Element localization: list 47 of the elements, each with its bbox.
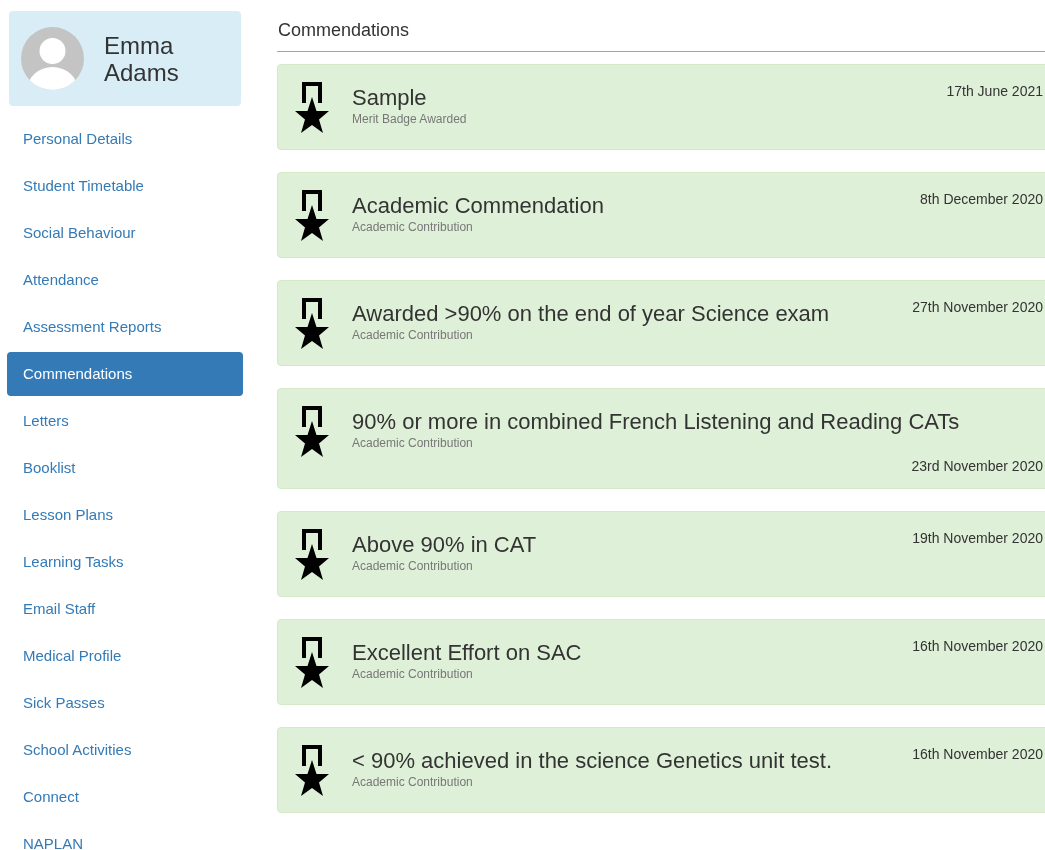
sidebar-item[interactable]: Learning Tasks: [7, 540, 243, 584]
commendation-date: 27th November 2020: [912, 299, 1043, 317]
commendation-date: 16th November 2020: [912, 746, 1043, 764]
commendation-category: Merit Badge Awarded: [352, 112, 467, 126]
commendation-title: Awarded >90% on the end of year Science exam: [352, 301, 830, 327]
sidebar-item[interactable]: Email Staff: [7, 587, 243, 631]
sidebar-item[interactable]: Student Timetable: [7, 164, 243, 208]
sidebar-item[interactable]: School Activities: [7, 728, 243, 772]
sidebar-item[interactable]: Commendations: [7, 352, 243, 396]
commendation-date: 17th June 2021: [946, 83, 1043, 101]
commendation-title: Academic Commendation: [352, 193, 604, 219]
commendation-title: Above 90% in CAT: [352, 532, 537, 558]
sidebar-item[interactable]: Lesson Plans: [7, 493, 243, 537]
sidebar-item[interactable]: Personal Details: [7, 117, 243, 161]
commendation-title: Sample: [352, 85, 428, 111]
commendation-date: 23rd November 2020: [910, 458, 1043, 474]
commendation-category: Academic Contribution: [352, 559, 474, 573]
section-heading: Commendations: [277, 18, 1045, 52]
commendation-category: Academic Contribution: [352, 775, 474, 789]
commendation-date: 8th December 2020: [920, 191, 1043, 209]
sidebar-item[interactable]: Connect: [7, 775, 243, 819]
student-name: Emma Adams: [104, 31, 180, 86]
sidebar-item[interactable]: Booklist: [7, 446, 243, 490]
sidebar-item[interactable]: Medical Profile: [7, 634, 243, 678]
commendation-title: Excellent Effort on SAC: [352, 640, 582, 666]
award-ribbon-icon: [294, 405, 330, 458]
commendation-title: 90% or more in combined French Listening and Reading CATs: [352, 409, 960, 435]
award-ribbon-icon: [294, 528, 330, 581]
sidebar-item[interactable]: Attendance: [7, 258, 243, 302]
award-ribbon-icon: [294, 81, 330, 134]
avatar-icon: [21, 27, 84, 90]
commendation-date: 19th November 2020: [912, 530, 1043, 548]
commendation-category: Academic Contribution: [352, 328, 474, 342]
award-ribbon-icon: [294, 636, 330, 689]
award-ribbon-icon: [294, 744, 330, 797]
commendation-category: Academic Contribution: [352, 220, 474, 234]
award-ribbon-icon: [294, 189, 330, 242]
sidebar-item[interactable]: Sick Passes: [7, 681, 243, 725]
sidebar-item[interactable]: Social Behaviour: [7, 211, 243, 255]
sidebar-item[interactable]: NAPLAN: [7, 822, 243, 850]
sidebar-item[interactable]: Letters: [7, 399, 243, 443]
commendation-category: Academic Contribution: [352, 436, 474, 450]
sidebar-item[interactable]: Assessment Reports: [7, 305, 243, 349]
commendation-title: < 90% achieved in the science Genetics unit test.: [352, 748, 832, 774]
award-ribbon-icon: [294, 297, 330, 350]
commendation-date: 16th November 2020: [912, 638, 1043, 656]
commendation-category: Academic Contribution: [352, 667, 474, 681]
